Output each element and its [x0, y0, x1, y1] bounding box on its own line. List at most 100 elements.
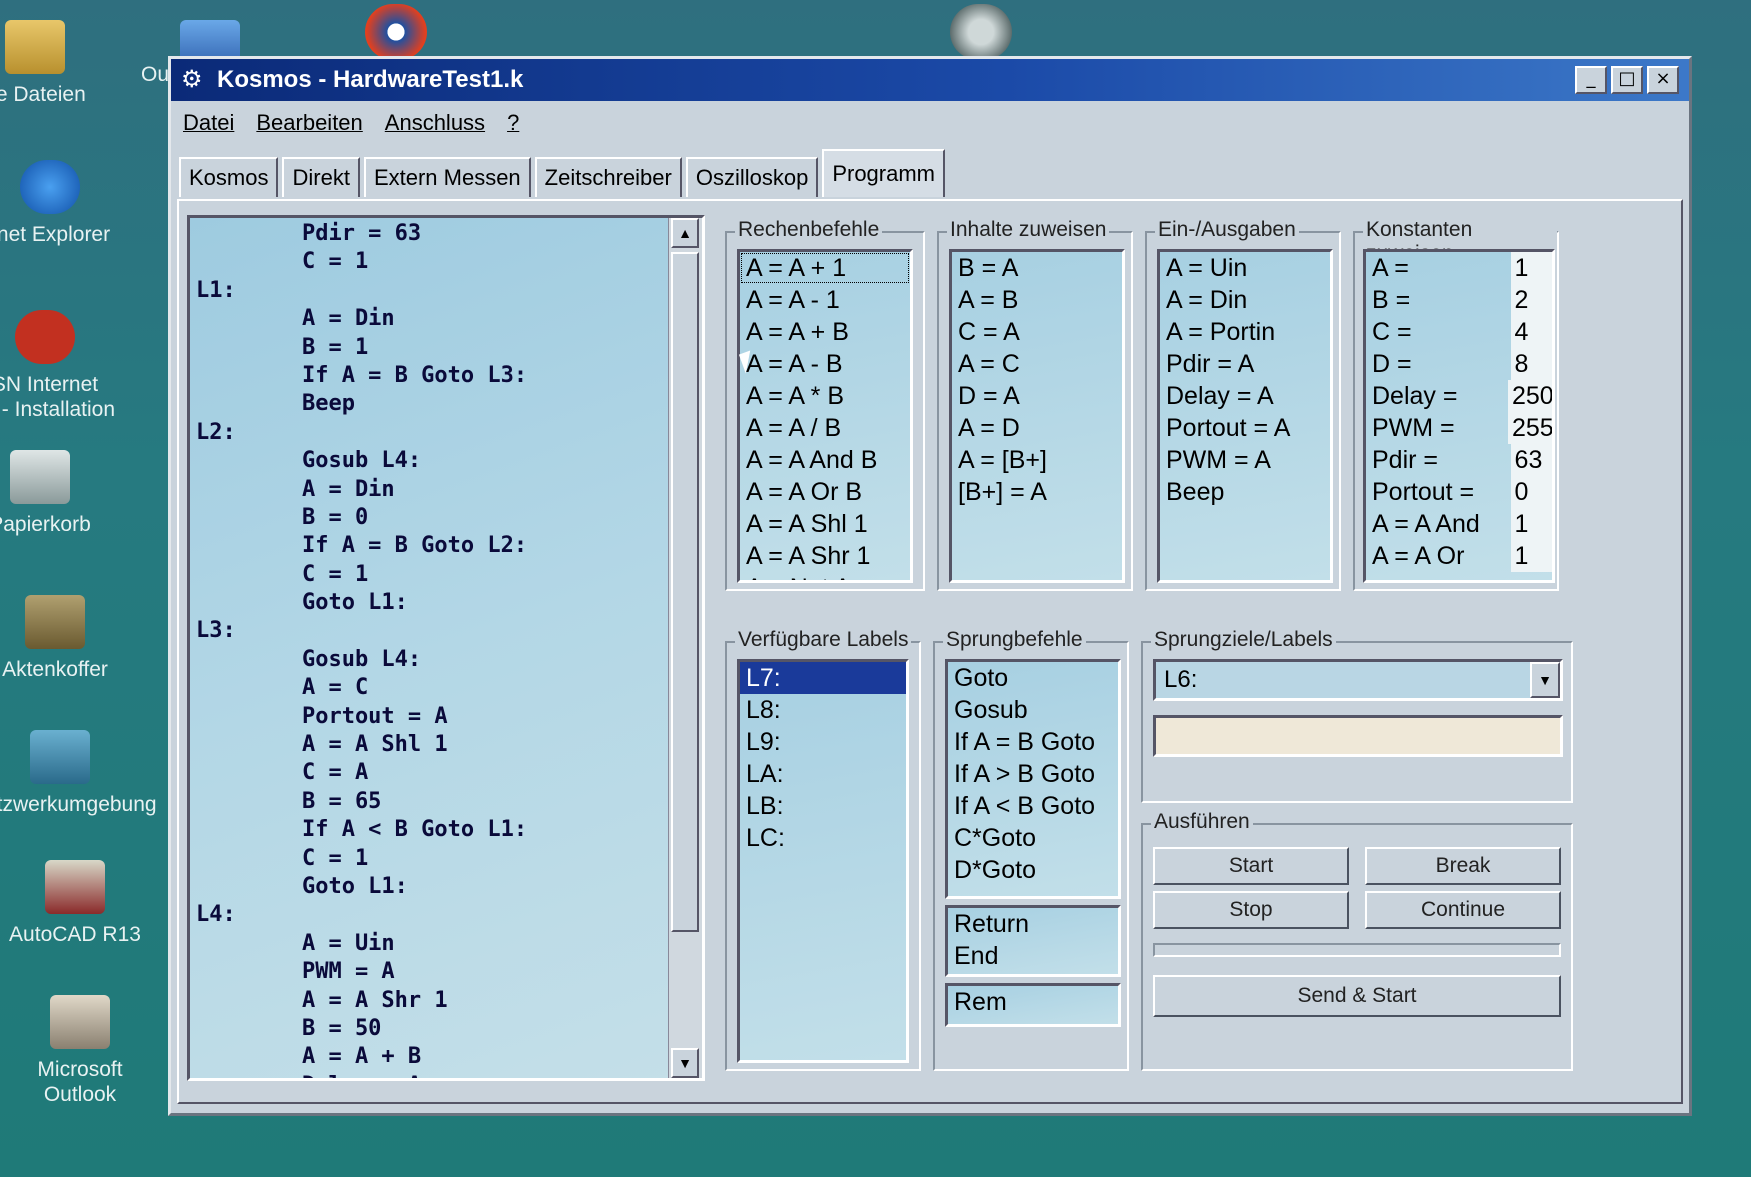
sprungbefehle-list[interactable]: Goto Gosub If A = B Goto If A > B Goto If A … [945, 659, 1121, 899]
code-line[interactable]: C = 1 [196, 248, 527, 276]
constant-row[interactable]: A = 1 [1366, 252, 1552, 284]
list-item[interactable]: Beep [1160, 476, 1330, 508]
code-line[interactable]: If A < B Goto L1: [196, 816, 527, 844]
tab-direkt[interactable]: Direkt [282, 157, 360, 197]
list-item[interactable]: A = A - B [740, 348, 910, 380]
code-line[interactable]: A = A Shr 1 [196, 987, 527, 1015]
list-item[interactable]: A = [B+] [952, 444, 1122, 476]
list-item[interactable]: LA: [740, 758, 906, 790]
code-line[interactable]: A = Din [196, 305, 527, 333]
desktop-icon-briefcase[interactable]: Aktenkoffer [0, 595, 130, 682]
code-line[interactable]: Goto L1: [196, 873, 527, 901]
code-line[interactable]: PWM = A [196, 958, 527, 986]
code-line[interactable]: A = Din [196, 476, 527, 504]
list-item[interactable]: A = A - 1 [740, 284, 910, 316]
code-line[interactable]: L2: [196, 419, 527, 447]
list-item[interactable]: A = A + B [740, 316, 910, 348]
tab-kosmos[interactable]: Kosmos [179, 157, 279, 197]
code-line[interactable]: If A = B Goto L2: [196, 532, 527, 560]
list-item[interactable]: Return [948, 908, 1118, 940]
list-item[interactable]: A = Not A [740, 572, 910, 580]
minimize-button[interactable]: _ [1575, 66, 1607, 94]
constant-value[interactable]: 1 [1510, 508, 1552, 540]
scroll-thumb[interactable] [671, 252, 699, 932]
constant-value[interactable]: 2 [1510, 284, 1552, 316]
list-item[interactable]: A = A Shl 1 [740, 508, 910, 540]
constant-row[interactable]: B = 2 [1366, 284, 1552, 316]
code-line[interactable]: A = A + B [196, 1043, 527, 1071]
list-item[interactable]: LB: [740, 790, 906, 822]
vertical-scrollbar[interactable]: ▲ ▼ [668, 218, 702, 1078]
constant-value[interactable]: 1 [1510, 252, 1552, 284]
list-item[interactable]: B = A [952, 252, 1122, 284]
menu-help[interactable]: ? [507, 110, 519, 136]
code-line[interactable]: C = 1 [196, 561, 527, 589]
constant-row[interactable]: A = A And 1 [1366, 508, 1552, 540]
list-item[interactable]: Pdir = A [1160, 348, 1330, 380]
code-line[interactable]: B = 0 [196, 504, 527, 532]
maximize-button[interactable]: □ [1611, 66, 1643, 94]
list-item[interactable]: If A < B Goto [948, 790, 1118, 822]
list-item[interactable]: Delay = A [1160, 380, 1330, 412]
scroll-down-button[interactable]: ▼ [671, 1048, 699, 1078]
chevron-down-icon[interactable]: ▼ [1530, 662, 1560, 698]
constant-value[interactable]: 255 [1508, 412, 1552, 444]
list-item[interactable]: A = A + 1 [740, 252, 910, 284]
list-item[interactable]: Goto [948, 662, 1118, 694]
start-button[interactable]: Start [1153, 847, 1349, 885]
desktop-icon-internet-explorer[interactable]: rnet Explorer [0, 160, 125, 247]
constant-value[interactable]: 0 [1510, 476, 1552, 508]
constant-value[interactable]: 1 [1510, 540, 1552, 572]
list-item[interactable]: If A = B Goto [948, 726, 1118, 758]
stop-button[interactable]: Stop [1153, 891, 1349, 929]
tab-zeitschreiber[interactable]: Zeitschreiber [534, 157, 682, 197]
list-item[interactable]: A = D [952, 412, 1122, 444]
code-line[interactable]: L3: [196, 617, 527, 645]
rem-list[interactable]: Rem [945, 983, 1121, 1027]
menu-bearbeiten[interactable]: Bearbeiten [256, 110, 362, 136]
continue-button[interactable]: Continue [1365, 891, 1561, 929]
code-line[interactable]: Goto L1: [196, 589, 527, 617]
constant-row[interactable]: PWM = 255 [1366, 412, 1552, 444]
tab-extern-messen[interactable]: Extern Messen [363, 157, 531, 197]
code-line[interactable]: Delay = A [196, 1072, 527, 1078]
tab-oszilloskop[interactable]: Oszilloskop [685, 157, 819, 197]
desktop-icon-outlook[interactable]: Microsoft Outlook [5, 995, 155, 1107]
list-item[interactable]: A = Portin [1160, 316, 1330, 348]
code-editor[interactable]: Pdir = 63 C = 1 L1: A = Din B = 1 If A = … [187, 215, 705, 1081]
list-item[interactable]: Rem [948, 986, 1118, 1018]
ein-ausgaben-list[interactable]: A = Uin A = Din A = Portin Pdir = A Delay = … [1157, 249, 1333, 583]
list-item[interactable]: A = A Or B [740, 476, 910, 508]
code-line[interactable]: B = 65 [196, 788, 527, 816]
code-line[interactable]: C = A [196, 759, 527, 787]
scroll-up-button[interactable]: ▲ [671, 218, 699, 248]
list-item[interactable]: L7: [740, 662, 906, 694]
title-bar[interactable]: ⚙ Kosmos - HardwareTest1.k _ □ × [171, 59, 1689, 101]
constant-row[interactable]: Portout = 0 [1366, 476, 1552, 508]
desktop-icon-recycle-bin[interactable]: Papierkorb [0, 450, 115, 537]
constant-row[interactable]: Delay = 250 [1366, 380, 1552, 412]
constant-row[interactable]: D = 8 [1366, 348, 1552, 380]
sprungziel-combo[interactable]: L6: ▼ [1153, 659, 1563, 701]
code-line[interactable]: Portout = A [196, 703, 527, 731]
list-item[interactable]: C*Goto [948, 822, 1118, 854]
constant-row[interactable]: Pdir = 63 [1366, 444, 1552, 476]
inhalte-zuweisen-list[interactable]: B = AA = BC = AA = CD = AA = DA = [B+] [B… [949, 249, 1125, 583]
code-line[interactable]: B = 1 [196, 334, 527, 362]
list-item[interactable]: A = A And B [740, 444, 910, 476]
code-text[interactable]: Pdir = 63 C = 1 L1: A = Din B = 1 If A = … [196, 220, 527, 1078]
code-line[interactable]: A = Uin [196, 930, 527, 958]
gear-icon[interactable] [950, 4, 1012, 60]
close-button[interactable]: × [1647, 66, 1679, 94]
desktop-icon-msn[interactable]: SN Internet ss - Installation [0, 310, 120, 422]
return-end-list[interactable]: Return End [945, 905, 1121, 977]
code-line[interactable]: C = 1 [196, 845, 527, 873]
list-item[interactable]: [B+] = A [952, 476, 1122, 508]
rechenbefehle-list[interactable]: A = A + 1A = A - 1A = A + BA = A - B A = … [737, 249, 913, 583]
code-line[interactable]: Beep [196, 390, 527, 418]
list-item[interactable]: D = A [952, 380, 1122, 412]
list-item[interactable]: A = B [952, 284, 1122, 316]
list-item[interactable]: L9: [740, 726, 906, 758]
konstanten-list[interactable]: A = 1 B = 2 C = 4 D = 8 Delay = 250 PWM = 255 Pdir =… [1363, 249, 1555, 583]
code-line[interactable]: A = A Shl 1 [196, 731, 527, 759]
